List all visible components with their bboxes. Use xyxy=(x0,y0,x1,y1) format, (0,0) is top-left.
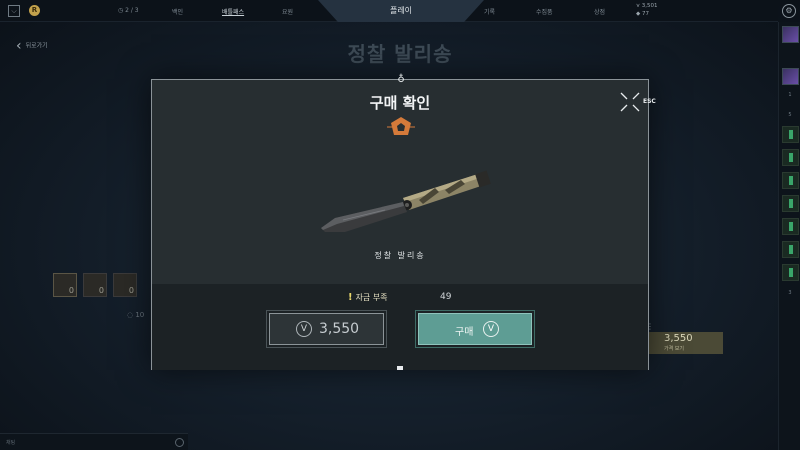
menu-dropdown-button[interactable]: ⌵ xyxy=(8,5,20,17)
chat-input[interactable]: 채팅 xyxy=(0,433,188,450)
variant-thumbnail[interactable]: 0 xyxy=(83,273,107,297)
vp-balance: 3,501 xyxy=(641,3,658,9)
modal-title: 구매 확인 xyxy=(369,94,431,112)
price-value: 3,550 xyxy=(319,321,360,337)
nav-item-history[interactable]: 기록 xyxy=(484,7,495,16)
friend-slot[interactable] xyxy=(782,149,799,166)
balisong-knife-image xyxy=(321,170,491,232)
wallet[interactable]: ⋎ 3,501 ◆ 77 xyxy=(636,2,658,18)
radianite-points-icon: ◆ xyxy=(636,11,641,17)
page-title: 정찰 발리송 xyxy=(347,42,453,66)
gear-icon[interactable]: ⚙ xyxy=(782,4,796,18)
nav-item-battlepass[interactable]: 배틀패스 xyxy=(222,7,244,16)
nav-item-agents[interactable]: 요원 xyxy=(282,7,293,16)
variant-thumbnail[interactable]: 0 xyxy=(113,273,137,297)
valorant-points-icon: V xyxy=(296,321,312,337)
background-price-button[interactable]: 3,550 가격 보기 xyxy=(648,332,723,354)
rp-balance: 77 xyxy=(641,11,649,17)
chevron-down-icon: ⌵ xyxy=(11,7,17,15)
send-icon[interactable] xyxy=(175,438,184,447)
item-name: 정찰 발리송 xyxy=(374,251,426,260)
price-button[interactable]: V 3,550 xyxy=(266,310,387,348)
friend-slot[interactable] xyxy=(782,264,799,281)
friend-slot[interactable] xyxy=(782,172,799,189)
purchase-confirm-modal: ♁ 구매 확인 ESC 정찰 발리송 ⋮⋮ ⋮⋮ !자금 부족 49 xyxy=(151,74,656,370)
avatar[interactable] xyxy=(782,68,799,85)
shortfall-amount: 49 xyxy=(440,292,452,302)
social-panel: 1 5 3 xyxy=(778,22,800,450)
level-value: ◌ 10 xyxy=(127,311,145,319)
friend-slot[interactable] xyxy=(782,218,799,235)
rail-count: 3 xyxy=(788,290,792,296)
valorant-points-icon: ⋎ xyxy=(636,3,641,9)
nav-item-collection[interactable]: 수집품 xyxy=(536,7,553,16)
deluxe-edition-tier-icon xyxy=(387,117,415,135)
esc-hint: ESC xyxy=(643,98,656,105)
rail-count: 1 xyxy=(788,92,792,98)
friend-slot[interactable] xyxy=(782,241,799,258)
top-navigation-bar: ⌵ R ◷ 2 / 3 백인 배틀패스 요원 플레이 기록 수집품 상점 ⋎ 3… xyxy=(0,0,778,22)
friend-slot[interactable] xyxy=(782,126,799,143)
variant-thumbnail[interactable]: 0 xyxy=(53,273,77,297)
play-tab[interactable]: 플레이 xyxy=(318,0,484,22)
insufficient-funds-label: ! 자금 부족 xyxy=(348,292,388,303)
buy-button[interactable]: 구매 V xyxy=(415,310,535,348)
missions-counter[interactable]: ◷ 2 / 3 xyxy=(118,7,139,14)
modal-bottom-marker xyxy=(397,366,403,370)
pin-icon: ♁ xyxy=(397,74,405,85)
buy-label: 구매 xyxy=(455,327,474,338)
modal-footer: ! 자금 부족 49 V 3,550 구매 V xyxy=(152,284,648,370)
warning-icon: ! xyxy=(348,292,353,303)
nav-item-career[interactable]: 백인 xyxy=(172,7,183,16)
valorant-points-icon: V xyxy=(483,321,499,337)
radianite-icon[interactable]: R xyxy=(29,5,40,16)
friend-slot[interactable] xyxy=(782,195,799,212)
close-icon[interactable] xyxy=(619,91,641,113)
rail-count: 5 xyxy=(788,112,792,118)
nav-item-store[interactable]: 상점 xyxy=(594,7,605,16)
